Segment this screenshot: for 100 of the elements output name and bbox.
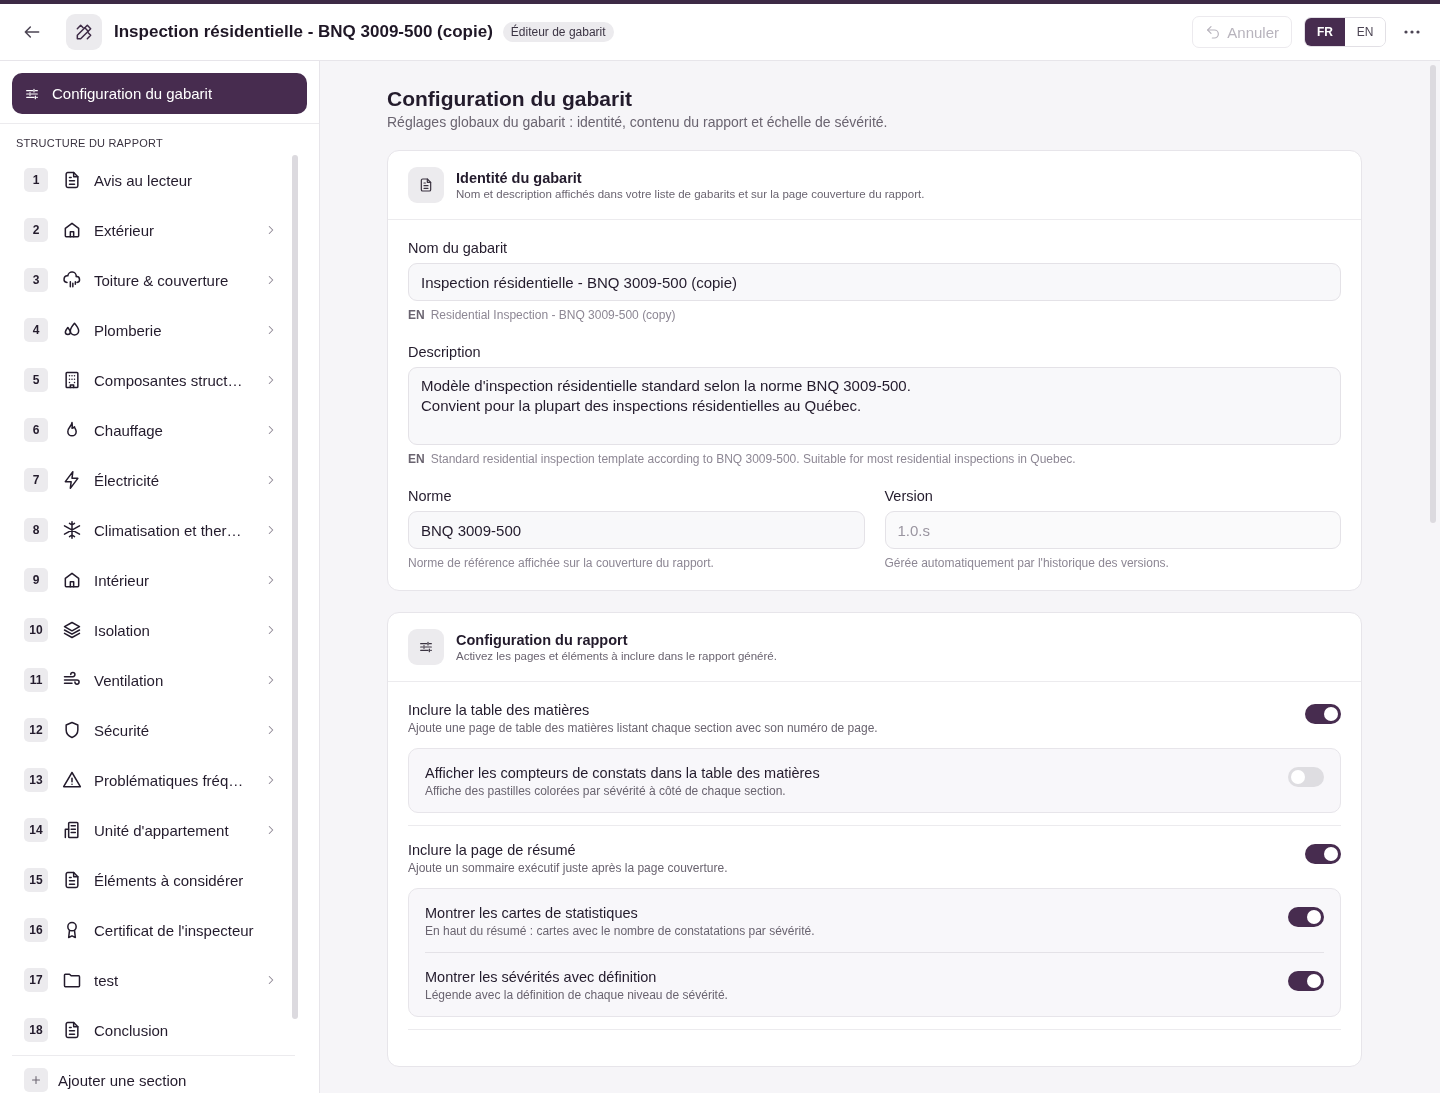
option-description: Ajoute un sommaire exécutif juste après la page couverture. — [408, 861, 728, 875]
section-label: Problématiques fréq… — [94, 771, 245, 789]
nav-item[interactable]: Configuration du gabarit — [12, 73, 307, 114]
building-icon — [62, 370, 82, 390]
card-title: Identité du gabarit — [456, 170, 583, 186]
section-item[interactable]: 6 Chauffage — [24, 405, 296, 455]
section-label: Électricité — [94, 471, 161, 489]
scrollbar[interactable] — [292, 155, 298, 1019]
section-item[interactable]: 12 Sécurité — [24, 705, 296, 755]
section-item[interactable]: 18 Conclusion — [24, 1005, 296, 1055]
scrollbar[interactable] — [1430, 65, 1436, 523]
language-tag: EN — [408, 452, 425, 466]
toggle-switch[interactable] — [1288, 971, 1324, 991]
field-hint: Norme de référence affichée sur la couverture du rapport. — [408, 556, 715, 570]
input-field[interactable]: BNQ 3009-500 — [408, 511, 865, 549]
add-section-button[interactable]: Ajouter une section — [12, 1055, 295, 1092]
section-number: 11 — [24, 668, 48, 692]
section-number: 12 — [24, 718, 48, 742]
section-label: Avis au lecteur — [94, 171, 194, 189]
language-tag: EN — [408, 308, 425, 322]
house-icon — [62, 570, 82, 590]
translation-text: Standard residential inspection template according to BNQ 3009-500. Suitable for most residential inspections in Quebec. — [430, 452, 1076, 466]
option-label: Inclure la page de résumé — [408, 842, 577, 858]
language-option[interactable]: FR — [1305, 18, 1345, 46]
ruler-pencil-icon — [74, 22, 94, 42]
section-item[interactable]: 5 Composantes struct… — [24, 355, 296, 405]
section-item[interactable]: 13 Problématiques fréq… — [24, 755, 296, 805]
field-hint: Gérée automatiquement par l'historique des versions. — [884, 556, 1170, 570]
section-number: 4 — [24, 318, 48, 342]
section-label: Climatisation et ther… — [94, 521, 243, 539]
layers-icon — [62, 620, 82, 640]
section-item[interactable]: 11 Ventilation — [24, 655, 296, 705]
option-description: Légende avec la définition de chaque niveau de sévérité. — [425, 988, 728, 1002]
toggle-switch[interactable] — [1288, 907, 1324, 927]
more-icon — [1404, 30, 1420, 34]
section-heading: STRUCTURE DU RAPPORT — [15, 136, 164, 151]
text-area[interactable]: Modèle d'inspection résidentielle standard selon la norme BNQ 3009-500. Convient pour la plupart des inspections résidentielles au Québec. — [408, 367, 1341, 445]
card-title: Configuration du rapport — [456, 632, 629, 648]
section-item[interactable]: 16 Certificat de l'inspecteur — [24, 905, 296, 955]
toggle-switch[interactable] — [1288, 767, 1324, 787]
house-icon — [62, 220, 82, 240]
section-label: Sécurité — [94, 721, 151, 739]
section-item[interactable]: 1 Avis au lecteur — [24, 155, 296, 205]
option-label: Montrer les sévérités avec définition — [425, 969, 658, 985]
section-label: Ventilation — [94, 671, 165, 689]
option-description: Ajoute une page de table des matières listant chaque section avec son numéro de page. — [408, 721, 878, 735]
toggle-switch[interactable] — [1305, 704, 1341, 724]
option-label: Inclure la table des matières — [408, 702, 591, 718]
section-number: 15 — [24, 868, 48, 892]
section-item[interactable]: 4 Plomberie — [24, 305, 296, 355]
section-item[interactable]: 10 Isolation — [24, 605, 296, 655]
card-description: Nom et description affichés dans votre liste de gabarits et sur la page couverture du rapport. — [456, 188, 925, 200]
section-label: Isolation — [94, 621, 151, 639]
section-number: 10 — [24, 618, 48, 642]
section-item[interactable]: 8 Climatisation et ther… — [24, 505, 296, 555]
section-label: Éléments à considérer — [94, 871, 245, 889]
section-item[interactable]: 2 Extérieur — [24, 205, 296, 255]
field-label: Version — [884, 488, 934, 504]
section-number: 16 — [24, 918, 48, 942]
section-item[interactable]: 7 Électricité — [24, 455, 296, 505]
status-badge: Éditeur de gabarit — [502, 22, 614, 42]
cloud-rain-icon — [62, 270, 82, 290]
sliders-icon — [418, 639, 434, 655]
folder-icon — [62, 970, 82, 990]
section-item[interactable]: 14 Unité d'appartement — [24, 805, 296, 855]
section-item[interactable]: 15 Éléments à considérer — [24, 855, 296, 905]
section-number: 13 — [24, 768, 48, 792]
lightning-icon — [62, 470, 82, 490]
section-number: 18 — [24, 1018, 48, 1042]
section-item[interactable]: 3 Toiture & couverture — [24, 255, 296, 305]
document-icon — [62, 1020, 82, 1040]
section-label: Chauffage — [94, 421, 164, 439]
field-label: Description — [408, 344, 482, 360]
section-item[interactable]: 9 Intérieur — [24, 555, 296, 605]
section-number: 3 — [24, 268, 48, 292]
section-number: 6 — [24, 418, 48, 442]
option-description: Affiche des pastilles colorées par sévérité à côté de chaque section. — [425, 784, 787, 798]
page-subtitle: Réglages globaux du gabarit : identité, contenu du rapport et échelle de sévérité. — [387, 114, 889, 130]
toggle-switch[interactable] — [1305, 844, 1341, 864]
section-label: Unité d'appartement — [94, 821, 230, 839]
field-label: Nom du gabarit — [408, 240, 509, 256]
option-description: En haut du résumé : cartes avec le nombre de constatations par sévérité. — [425, 924, 815, 938]
page-heading: Configuration du gabarit — [387, 87, 633, 111]
section-number: 7 — [24, 468, 48, 492]
section-number: 17 — [24, 968, 48, 992]
section-item[interactable]: 17 test — [24, 955, 296, 1005]
document-icon — [62, 870, 82, 890]
page-title: Inspection résidentielle - BNQ 3009-500 (copie) — [114, 22, 493, 42]
card-description: Activez les pages et éléments à inclure dans le rapport généré. — [456, 650, 777, 662]
option-label: Montrer les cartes de statistiques — [425, 905, 639, 921]
more-button[interactable] — [1404, 30, 1420, 34]
section-number: 2 — [24, 218, 48, 242]
section-label: test — [94, 971, 120, 989]
apartment-icon — [62, 820, 82, 840]
input-field[interactable]: Inspection résidentielle - BNQ 3009-500 (copie) — [408, 263, 1341, 301]
shield-icon — [62, 720, 82, 740]
field-label: Norme — [408, 488, 453, 504]
option-label: Afficher les compteurs de constats dans la table des matières — [425, 765, 820, 781]
section-label: Composantes struct… — [94, 371, 244, 389]
document-icon — [62, 170, 82, 190]
